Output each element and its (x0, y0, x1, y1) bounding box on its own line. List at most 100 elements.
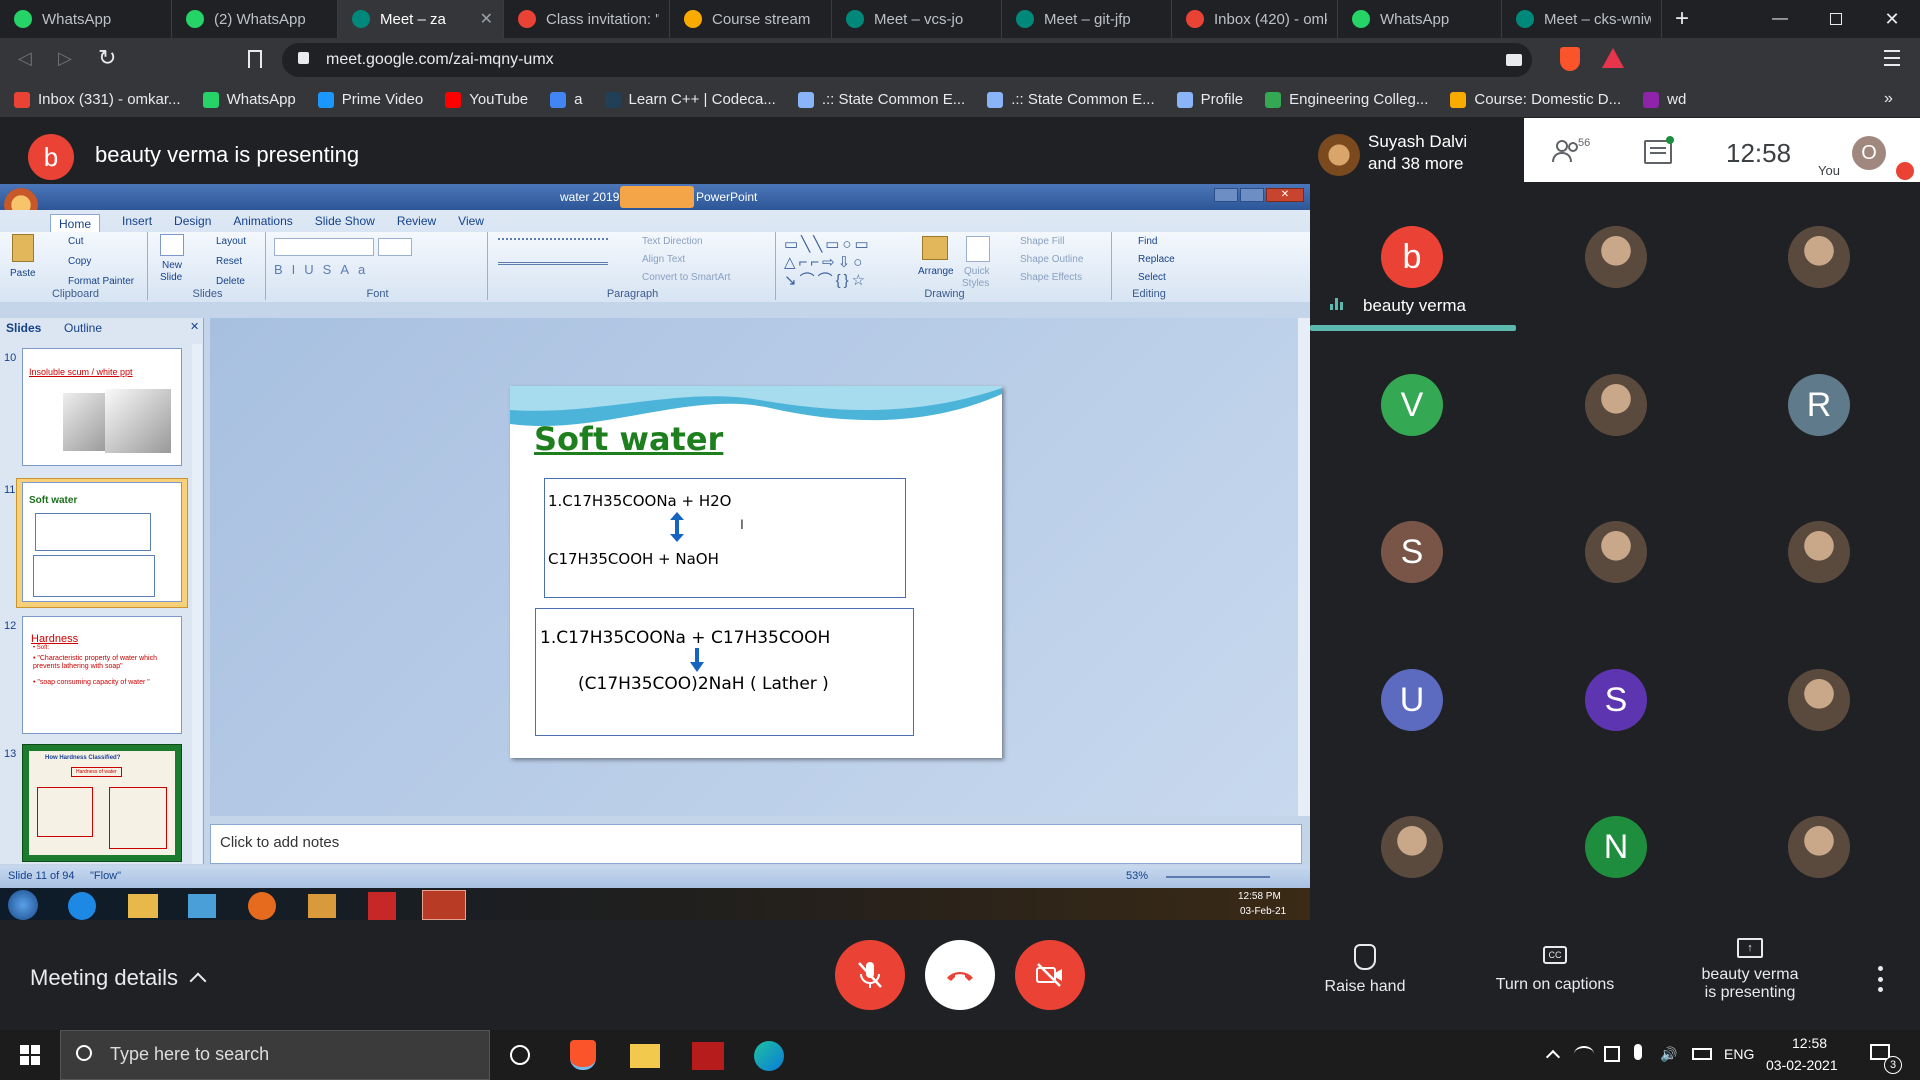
taskbar-app-icon[interactable] (692, 1042, 724, 1070)
reload-button[interactable]: ↻ (98, 45, 116, 71)
task-view-icon[interactable] (510, 1045, 530, 1065)
browser-tab[interactable]: Meet – za ✕ (338, 0, 504, 38)
ribbon-tab[interactable]: Animations (233, 214, 292, 233)
ribbon-tab[interactable]: Design (174, 214, 211, 233)
canvas-scrollbar[interactable] (1298, 318, 1310, 816)
pane-tab-outline[interactable]: Outline (64, 321, 102, 335)
ribbon-tab[interactable]: Insert (122, 214, 152, 233)
notes-placeholder[interactable]: Click to add notes (220, 834, 339, 851)
ppt-close-button[interactable]: ✕ (1266, 188, 1304, 202)
bookmark-item[interactable]: Course: Domestic D... (1450, 91, 1621, 108)
participant-tile[interactable]: S (1585, 669, 1647, 731)
leave-call-button[interactable] (925, 940, 995, 1010)
vm-explorer-icon[interactable] (128, 894, 158, 918)
bookmark-item[interactable]: a (550, 91, 583, 108)
raise-hand-button[interactable]: Raise hand (1310, 944, 1420, 1004)
browser-tab[interactable]: Inbox (420) - omk (1172, 0, 1338, 38)
cut-button[interactable]: Cut (68, 236, 84, 247)
camera-icon[interactable] (1506, 54, 1522, 66)
bookmark-icon[interactable] (248, 50, 262, 68)
language-indicator[interactable]: ENG (1724, 1046, 1754, 1062)
bookmark-item[interactable]: .:: State Common E... (797, 91, 965, 108)
format-painter-button[interactable]: Format Painter (68, 276, 134, 287)
minimize-button[interactable]: — (1752, 0, 1808, 38)
restore-button[interactable] (1808, 0, 1864, 38)
browser-tab[interactable]: (2) WhatsApp (172, 0, 338, 38)
forward-button[interactable]: ▷ (58, 48, 72, 69)
slide-thumbnail[interactable]: How Hardness Classified? Hardness of wat… (22, 744, 182, 862)
layout-button[interactable]: Layout (216, 236, 246, 247)
replace-button[interactable]: Replace (1138, 254, 1175, 265)
meeting-details-button[interactable]: Meeting details (30, 965, 207, 991)
captions-button[interactable]: CC Turn on captions (1480, 944, 1630, 1004)
browser-tab[interactable]: Meet – vcs-jo (832, 0, 1002, 38)
font-size-select[interactable] (378, 238, 412, 256)
participant-tile[interactable] (1788, 816, 1850, 878)
brave-shield-icon[interactable] (1560, 47, 1580, 71)
delete-button[interactable]: Delete (216, 276, 245, 287)
bookmark-item[interactable]: WhatsApp (202, 91, 296, 108)
participant-tile[interactable]: N (1585, 816, 1647, 878)
taskbar-explorer-icon[interactable] (630, 1044, 660, 1068)
participant-tile[interactable] (1585, 521, 1647, 583)
mic-tray-icon[interactable] (1634, 1044, 1642, 1060)
close-window-button[interactable]: ✕ (1864, 0, 1920, 38)
vm-powerpoint-icon[interactable] (422, 890, 466, 920)
font-format-buttons[interactable]: BIUSAa (274, 262, 374, 277)
bookmarks-overflow-icon[interactable]: » (1884, 90, 1893, 108)
new-slide-label1[interactable]: New (162, 260, 182, 271)
browser-tab[interactable]: WhatsApp (0, 0, 172, 38)
presenting-button[interactable]: ↑ beauty verma is presenting (1680, 938, 1820, 1008)
vm-media-icon[interactable] (308, 894, 336, 918)
pane-scrollbar[interactable] (192, 344, 202, 864)
shape-fill-button[interactable]: Shape Fill (1020, 236, 1064, 247)
ppt-restore-button[interactable] (1240, 188, 1264, 202)
bookmark-item[interactable]: Learn C++ | Codeca... (604, 91, 776, 108)
taskbar-date[interactable]: 03-02-2021 (1766, 1057, 1838, 1073)
taskbar-edge-icon[interactable] (754, 1041, 784, 1071)
mic-off-button[interactable] (835, 940, 905, 1010)
close-tab-icon[interactable]: ✕ (480, 9, 493, 29)
copy-button[interactable]: Copy (68, 256, 91, 267)
browser-tab[interactable]: Course stream (670, 0, 832, 38)
ribbon-tab[interactable]: Slide Show (315, 214, 375, 233)
taskbar-time[interactable]: 12:58 (1792, 1035, 1827, 1051)
align-buttons[interactable] (498, 262, 608, 274)
menu-icon[interactable] (1884, 50, 1900, 66)
brave-rewards-icon[interactable] (1602, 48, 1624, 68)
paste-label[interactable]: Paste (10, 268, 36, 279)
ppt-minimize-button[interactable] (1214, 188, 1238, 202)
arrange-label[interactable]: Arrange (918, 266, 954, 277)
participant-tile[interactable]: R (1788, 374, 1850, 436)
new-slide-icon[interactable] (160, 234, 184, 256)
browser-tab[interactable]: WhatsApp (1338, 0, 1502, 38)
back-button[interactable]: ◁ (18, 48, 32, 69)
quick-styles-icon[interactable] (966, 236, 990, 262)
new-slide-label2[interactable]: Slide (160, 272, 182, 283)
slide-thumbnail[interactable]: Soft water (22, 482, 182, 602)
paste-icon[interactable] (12, 234, 34, 262)
taskbar-search-placeholder[interactable]: Type here to search (110, 1044, 269, 1065)
find-button[interactable]: Find (1138, 236, 1157, 247)
zoom-slider[interactable] (1166, 876, 1270, 878)
vm-photos-icon[interactable] (188, 894, 216, 918)
browser-tab[interactable]: Class invitation: "E (504, 0, 670, 38)
ribbon-tab[interactable]: View (458, 214, 484, 233)
reset-button[interactable]: Reset (216, 256, 242, 267)
text-direction-button[interactable]: Text Direction (642, 236, 703, 247)
bookmark-item[interactable]: wd (1643, 91, 1686, 108)
shape-outline-button[interactable]: Shape Outline (1020, 254, 1083, 265)
network-icon[interactable] (1574, 1046, 1594, 1062)
select-button[interactable]: Select (1138, 272, 1166, 283)
participant-tile[interactable] (1585, 226, 1647, 288)
participant-tile[interactable] (1788, 226, 1850, 288)
bookmark-item[interactable]: Prime Video (317, 91, 423, 108)
bookmark-item[interactable]: Profile (1176, 91, 1243, 108)
slide-thumbnail[interactable]: Insoluble scum / white ppt (22, 348, 182, 466)
windows-start-icon[interactable] (20, 1045, 40, 1065)
participant-tile[interactable] (1585, 374, 1647, 436)
meet-tray-icon[interactable] (1604, 1046, 1620, 1062)
bookmark-item[interactable]: Inbox (331) - omkar... (14, 91, 181, 108)
volume-icon[interactable]: 🔊 (1660, 1046, 1677, 1063)
bookmark-item[interactable]: .:: State Common E... (987, 91, 1155, 108)
